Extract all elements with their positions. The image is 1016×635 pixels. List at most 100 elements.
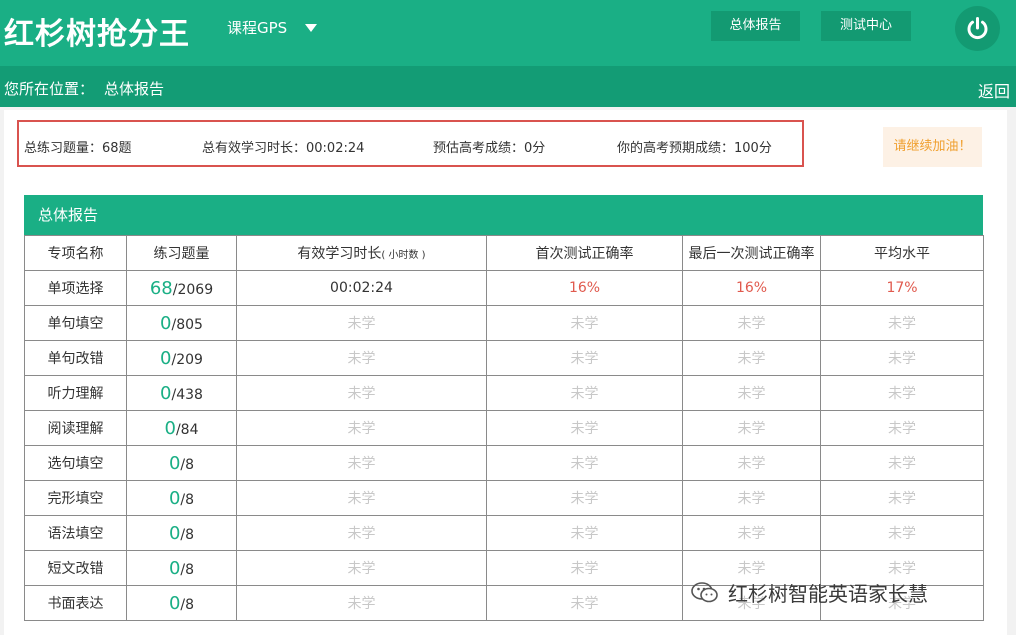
total-count: /8 [180,561,195,578]
study-time-cell: 未学 [236,550,487,586]
table-row: 听力理解 0/438 未学 未学 未学 未学 [24,375,984,411]
col-header-time-label: 有效学习时长 [297,246,382,262]
done-count: 0 [160,312,172,334]
expected-score-stat: 你的高考预期成绩：100分 [617,141,772,156]
col-header-count: 练习题量 [126,235,237,271]
course-gps-menu[interactable]: 课程GPS [227,17,318,38]
average-cell: 未学 [820,410,984,446]
first-rate-cell: 未学 [486,515,683,551]
subject-name-cell: 短文改错 [24,550,127,586]
last-rate-cell: 未学 [682,445,821,481]
first-rate-cell: 未学 [486,375,683,411]
done-count: 0 [168,487,181,509]
last-rate-cell: 未学 [682,340,821,376]
table-row: 完形填空 0/8 未学 未学 未学 未学 [24,480,984,516]
app-logo[interactable]: 红杉树抢分王 [4,9,190,53]
total-count: /209 [171,351,203,368]
total-count: /8 [180,456,195,473]
first-rate-cell: 未学 [486,340,683,376]
practice-count-cell: 0/8 [126,480,237,516]
table-row: 语法填空 0/8 未学 未学 未学 未学 [24,515,984,551]
total-count: /8 [180,526,195,543]
col-header-time-unit: ( 小时数 ) [381,250,426,261]
table-row: 选句填空 0/8 未学 未学 未学 未学 [24,445,984,481]
col-header-first-rate: 首次测试正确率 [486,235,683,271]
subject-name-cell: 书面表达 [24,585,127,621]
total-count: /2069 [172,281,214,298]
average-cell: 未学 [820,480,984,516]
last-rate-cell: 未学 [682,410,821,446]
overall-report-button[interactable]: 总体报告 [711,11,800,41]
total-count: /84 [175,421,199,438]
study-time-cell: 未学 [236,480,487,516]
study-time-cell: 未学 [236,410,487,446]
first-rate-cell: 未学 [486,550,683,586]
first-rate-cell: 未学 [486,480,683,516]
top-navigation-bar: 红杉树抢分王 课程GPS 总体报告 测试中心 [0,0,1016,66]
test-center-button[interactable]: 测试中心 [821,11,911,41]
power-button[interactable] [955,6,1000,51]
practice-count-cell: 0/209 [126,340,237,376]
practice-count-cell: 0/84 [126,410,237,446]
course-gps-label: 课程GPS [227,19,288,37]
study-time-cell: 未学 [236,305,487,341]
study-time-stat: 总有效学习时长：00:02:24 [202,141,365,156]
breadcrumb-current: 总体报告 [104,80,165,98]
last-rate-cell: 16% [682,270,821,306]
breadcrumb: 您所在位置： 总体报告 [4,78,164,99]
practice-count-cell: 0/8 [126,585,237,621]
last-rate-cell: 未学 [682,305,821,341]
wechat-watermark: 红杉树智能英语家长慧 [690,578,928,607]
total-count: /438 [171,386,203,403]
total-count: /805 [171,316,203,333]
done-count: 0 [160,382,172,404]
study-time-cell: 未学 [236,445,487,481]
study-time-cell: 未学 [236,515,487,551]
keep-going-button[interactable]: 请继续加油！ [883,127,982,167]
study-time-cell: 未学 [236,375,487,411]
subject-name-cell: 听力理解 [24,375,127,411]
caret-down-icon [305,23,318,32]
first-rate-cell: 未学 [486,445,683,481]
col-header-time: 有效学习时长( 小时数 ) [236,235,487,271]
col-header-last-rate: 最后一次测试正确率 [682,235,821,271]
practice-count-cell: 0/8 [126,550,237,586]
average-cell: 17% [820,270,984,306]
total-count: /8 [180,491,195,508]
table-header-row: 专项名称 练习题量 有效学习时长( 小时数 ) 首次测试正确率 最后一次测试正确… [24,235,984,271]
study-time-cell: 00:02:24 [236,270,487,306]
practice-count-cell: 0/8 [126,445,237,481]
average-cell: 未学 [820,340,984,376]
subject-name-cell: 单项选择 [24,270,127,306]
report-panel: 总体报告 专项名称 练习题量 有效学习时长( 小时数 ) 首次测试正确率 最后一… [24,195,984,621]
first-rate-cell: 未学 [486,585,683,621]
watermark-text: 红杉树智能英语家长慧 [728,582,928,606]
report-table: 专项名称 练习题量 有效学习时长( 小时数 ) 首次测试正确率 最后一次测试正确… [24,235,984,621]
first-rate-cell: 未学 [486,410,683,446]
table-row: 单项选择 68/2069 00:02:24 16% 16% 17% [24,270,984,306]
practice-count-cell: 0/805 [126,305,237,341]
first-rate-cell: 未学 [486,305,683,341]
estimated-score-stat: 预估高考成绩：0分 [433,141,546,156]
subject-name-cell: 完形填空 [24,480,127,516]
subject-name-cell: 单句改错 [24,340,127,376]
done-count: 0 [160,347,172,369]
back-link[interactable]: 返回 [978,78,1010,102]
practice-count-cell: 0/8 [126,515,237,551]
average-cell: 未学 [820,375,984,411]
average-cell: 未学 [820,445,984,481]
subject-name-cell: 阅读理解 [24,410,127,446]
power-icon [967,17,988,40]
average-cell: 未学 [820,515,984,551]
last-rate-cell: 未学 [682,375,821,411]
done-count: 68 [149,277,173,299]
wechat-icon [691,581,718,602]
col-header-name: 专项名称 [24,235,127,271]
last-rate-cell: 未学 [682,515,821,551]
practice-count-cell: 68/2069 [126,270,237,306]
report-panel-title: 总体报告 [24,195,983,235]
done-count: 0 [168,452,181,474]
breadcrumb-prefix: 您所在位置： [4,80,95,98]
study-time-cell: 未学 [236,585,487,621]
subject-name-cell: 单句填空 [24,305,127,341]
